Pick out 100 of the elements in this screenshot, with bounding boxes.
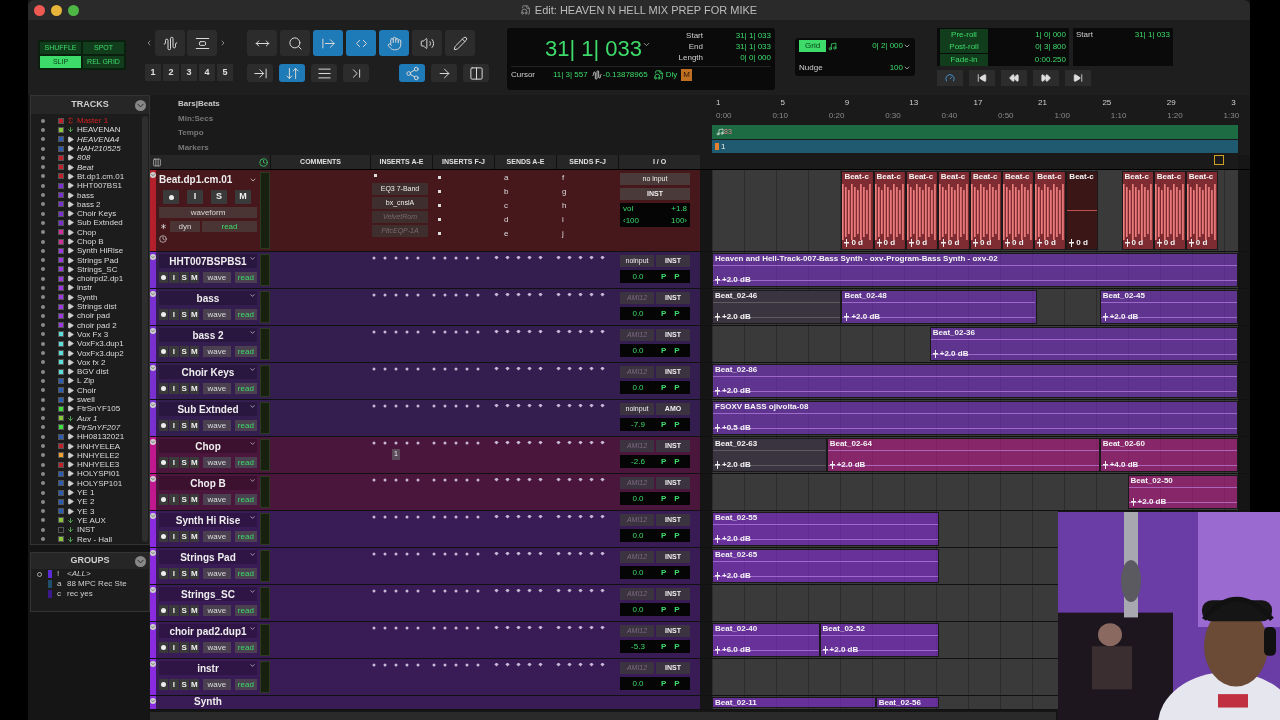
- track-state-button[interactable]: M: [189, 346, 199, 357]
- tool-button[interactable]: [247, 30, 277, 56]
- track-list-item[interactable]: Vox Fx 3: [31, 329, 142, 340]
- clip-gain[interactable]: +2.0 dB: [722, 386, 751, 396]
- send-slots-icon[interactable]: [494, 589, 546, 593]
- track-lane[interactable]: Beat_02-50 +2.0 dB: [712, 474, 1238, 510]
- automation-selector[interactable]: read: [234, 568, 257, 579]
- audio-clip[interactable]: Beat_02-56: [875, 697, 940, 708]
- automation-selector[interactable]: read: [234, 346, 257, 357]
- midi-badge[interactable]: M: [681, 68, 692, 81]
- clip-gain[interactable]: +6.0 dB: [722, 645, 751, 655]
- track-list-item[interactable]: swell: [31, 394, 142, 405]
- send-letter[interactable]: d: [504, 214, 556, 228]
- volume-value[interactable]: -2.6: [623, 455, 653, 468]
- track-list-item[interactable]: HHT007BS1: [31, 181, 142, 191]
- roll-toggle[interactable]: Fade-in: [940, 53, 988, 66]
- clip-gain[interactable]: 0 d: [979, 238, 992, 248]
- audio-clip[interactable]: Beat-c 0 d: [1153, 171, 1186, 250]
- automation-selector[interactable]: read: [202, 221, 257, 232]
- track-list-item[interactable]: FtrSnYF105: [31, 404, 142, 414]
- track-state-button[interactable]: S: [179, 494, 189, 505]
- track-name-button[interactable]: bass 2: [159, 328, 257, 342]
- clock-icon[interactable]: [159, 235, 167, 243]
- track-state-button[interactable]: S: [179, 568, 189, 579]
- fader-icon[interactable]: [715, 424, 720, 432]
- clip-gain[interactable]: +2.0 dB: [722, 534, 751, 544]
- track-state-button[interactable]: I: [187, 190, 203, 204]
- track-list-item[interactable]: Strings_SC: [31, 264, 142, 275]
- fader-icon[interactable]: [1188, 239, 1194, 247]
- pan-value[interactable]: P: [661, 640, 667, 653]
- clock-icon[interactable]: [259, 157, 268, 167]
- send-slots-icon[interactable]: [494, 293, 546, 297]
- pan-value[interactable]: P: [674, 307, 680, 320]
- track-list-item[interactable]: instr: [31, 283, 142, 293]
- track-lane[interactable]: Beat_02-46 +2.0 dB Beat_02-48 +2.0 dB Beat_02-45 +2.0 dB: [712, 289, 1238, 325]
- roll-value[interactable]: 0:00.250: [1034, 53, 1066, 66]
- fader-icon[interactable]: [715, 461, 720, 469]
- transport-button[interactable]: [1033, 70, 1059, 86]
- transport-button[interactable]: [969, 70, 995, 86]
- ruler-label[interactable]: Markers: [178, 141, 209, 154]
- track-state-button[interactable]: I: [169, 309, 179, 320]
- fader-icon[interactable]: [940, 239, 946, 247]
- pan-value[interactable]: P: [674, 677, 680, 690]
- audio-clip[interactable]: Beat_02-46 +2.0 dB: [712, 290, 842, 324]
- send-slots-icon[interactable]: [556, 256, 608, 260]
- audio-clip[interactable]: Beat_02-86 +2.0 dB: [712, 364, 1238, 398]
- audio-clip[interactable]: Beat-c 0 d: [841, 171, 874, 250]
- send-slots-icon[interactable]: [494, 367, 546, 371]
- clip-gain[interactable]: +2.0 dB: [1137, 497, 1167, 507]
- track-lane[interactable]: [712, 585, 1058, 621]
- pan-value[interactable]: P: [674, 418, 680, 431]
- track-list-item[interactable]: Strings Pad: [31, 255, 142, 265]
- track-list-item[interactable]: HNHYELEA: [31, 441, 142, 451]
- view-selector[interactable]: wave: [203, 346, 231, 357]
- automation-selector[interactable]: read: [234, 642, 257, 653]
- view-selector[interactable]: wave: [203, 642, 231, 653]
- dropdown-icon[interactable]: [135, 99, 146, 111]
- track-state-button[interactable]: I: [169, 383, 179, 394]
- zoom-preset-button[interactable]: 1: [145, 64, 161, 81]
- track-state-button[interactable]: I: [169, 420, 179, 431]
- selection-value[interactable]: 31| 1| 033: [703, 29, 771, 42]
- track-name-button[interactable]: Synth Hi Rise: [159, 513, 257, 527]
- track-state-button[interactable]: M: [189, 531, 199, 542]
- automation-selector[interactable]: read: [234, 605, 257, 616]
- audio-clip[interactable]: Beat_02-55 +2.0 dB: [712, 512, 940, 546]
- track-name-button[interactable]: Strings Pad: [159, 550, 257, 564]
- clip-gain[interactable]: 0 d: [1163, 238, 1176, 248]
- audio-clip[interactable]: Beat_02-65 +2.0 dB: [712, 549, 940, 583]
- clip-gain[interactable]: +0.5 dB: [722, 423, 751, 433]
- track-list-item[interactable]: Bt.dp1.cm.01: [31, 171, 142, 182]
- clip-gain[interactable]: 0 d: [1044, 238, 1056, 248]
- fader-icon[interactable]: [1102, 461, 1108, 469]
- pan-value[interactable]: P: [661, 307, 667, 320]
- fader-icon[interactable]: [1037, 239, 1043, 247]
- track-state-button[interactable]: M: [189, 494, 199, 505]
- tool-button[interactable]: [431, 64, 457, 82]
- clip-gain[interactable]: 0 d: [1195, 238, 1208, 248]
- track-list-item[interactable]: VoxFx3.dup2: [31, 348, 142, 358]
- zoom-preset-button[interactable]: 4: [199, 64, 215, 81]
- fader-icon[interactable]: [822, 646, 828, 654]
- track-state-button[interactable]: M: [189, 420, 199, 431]
- fader-icon[interactable]: [1069, 239, 1075, 247]
- track-lane[interactable]: Beat_02-40 +6.0 dB Beat_02-52 +2.0 dB: [712, 622, 1058, 658]
- track-lane[interactable]: Beat_02-11 Beat_02-56: [712, 696, 1058, 709]
- clip-gain[interactable]: +2.0 dB: [722, 571, 751, 581]
- selection-value[interactable]: 0| 0| 000: [703, 51, 771, 64]
- track-list-item[interactable]: bass: [31, 190, 142, 200]
- track-state-button[interactable]: S: [179, 309, 189, 320]
- tool-button[interactable]: [280, 30, 310, 56]
- volume-value[interactable]: +1.8: [671, 203, 687, 215]
- record-button[interactable]: [159, 605, 169, 616]
- clip-gain[interactable]: +4.0 dB: [1109, 460, 1139, 470]
- record-button[interactable]: [159, 457, 169, 468]
- send-slots-icon[interactable]: [494, 515, 546, 519]
- view-selector[interactable]: wave: [203, 383, 231, 394]
- fader-icon[interactable]: [715, 313, 720, 321]
- track-state-button[interactable]: I: [169, 494, 179, 505]
- track-name-button[interactable]: Sub Extnded: [159, 402, 257, 416]
- collapse-icon[interactable]: [150, 698, 156, 704]
- automation-selector[interactable]: read: [234, 679, 257, 690]
